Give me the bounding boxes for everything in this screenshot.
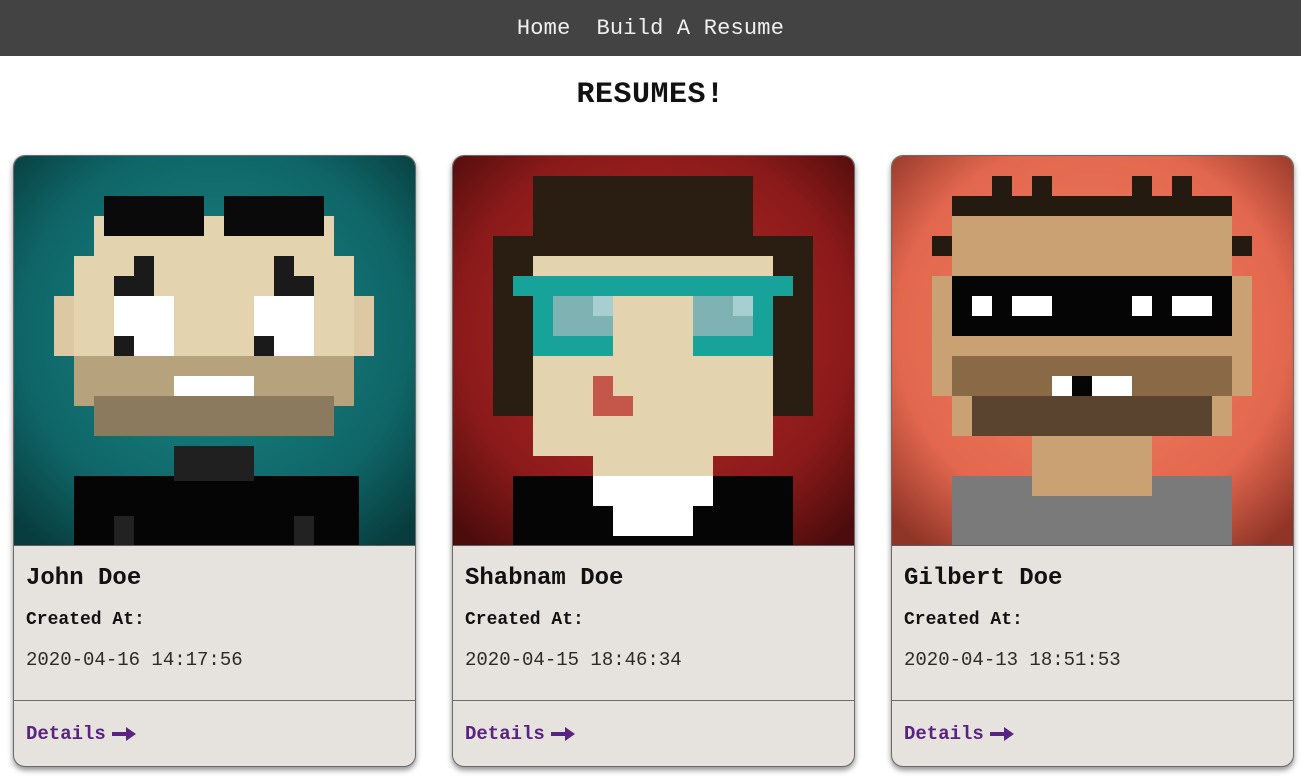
details-label: Details	[465, 723, 545, 745]
resume-card-shabnam-doe[interactable]: Shabnam Doe Created At: 2020-04-15 18:46…	[452, 155, 855, 767]
details-link[interactable]: Details	[465, 723, 575, 745]
details-link[interactable]: Details	[26, 723, 136, 745]
card-footer: Details	[14, 701, 415, 766]
nav-build-resume-link[interactable]: Build A Resume	[596, 16, 784, 41]
details-link[interactable]: Details	[904, 723, 1014, 745]
card-footer: Details	[453, 701, 854, 766]
card-body: Gilbert Doe Created At: 2020-04-13 18:51…	[892, 546, 1293, 701]
avatar-john-doe	[14, 156, 415, 546]
arrow-right-icon	[111, 727, 136, 741]
person-name: John Doe	[26, 565, 142, 592]
pixel-avatar-teal-glasses-icon	[453, 156, 854, 545]
nav-home-link[interactable]: Home	[517, 16, 571, 41]
arrow-right-icon	[550, 727, 575, 741]
card-footer: Details	[892, 701, 1293, 766]
pixel-avatar-bald-beard-icon	[14, 156, 415, 545]
avatar-gilbert-doe	[892, 156, 1293, 546]
resume-card-john-doe[interactable]: John Doe Created At: 2020-04-16 14:17:56…	[13, 155, 416, 767]
created-at-value: 2020-04-16 14:17:56	[26, 649, 243, 671]
person-name: Shabnam Doe	[465, 565, 624, 592]
created-at-value: 2020-04-15 18:46:34	[465, 649, 682, 671]
created-at-value: 2020-04-13 18:51:53	[904, 649, 1121, 671]
details-label: Details	[904, 723, 984, 745]
card-body: John Doe Created At: 2020-04-16 14:17:56	[14, 546, 415, 701]
created-at-label: Created At:	[904, 610, 1023, 630]
resume-card-gilbert-doe[interactable]: Gilbert Doe Created At: 2020-04-13 18:51…	[891, 155, 1294, 767]
person-name: Gilbert Doe	[904, 565, 1063, 592]
created-at-label: Created At:	[465, 610, 584, 630]
avatar-shabnam-doe	[453, 156, 854, 546]
page-title: RESUMES!	[576, 78, 725, 112]
card-body: Shabnam Doe Created At: 2020-04-15 18:46…	[453, 546, 854, 701]
details-label: Details	[26, 723, 106, 745]
created-at-label: Created At:	[26, 610, 145, 630]
navbar: Home Build A Resume	[0, 0, 1301, 56]
pixel-avatar-sunglasses-icon	[892, 156, 1293, 545]
arrow-right-icon	[989, 727, 1014, 741]
